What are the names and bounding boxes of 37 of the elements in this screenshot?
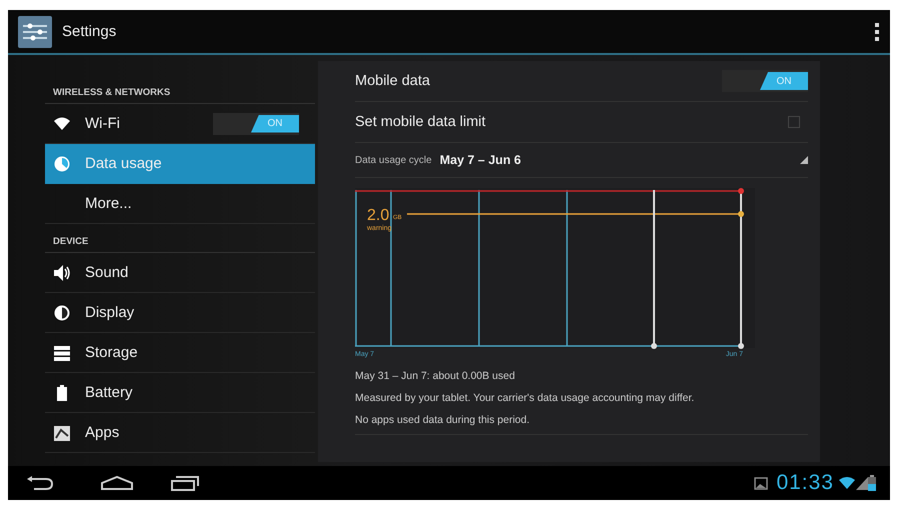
info-note: Measured by your tablet. Your carrier's data usage accounting may differ. [355,392,696,404]
pie-chart-icon [53,154,71,172]
battery-icon [868,475,876,491]
checkbox[interactable] [788,116,800,128]
dropdown-corner-icon[interactable] [800,156,808,164]
cycle-end-handle[interactable] [738,188,744,349]
section-header: DEVICE [45,232,315,253]
recent-apps-icon[interactable] [170,474,200,492]
apps-icon [53,424,71,442]
section-header: WIRELESS & NETWORKS [45,83,315,104]
app-title: Settings [62,23,118,40]
usage-summary: May 31 – Jun 7: about 0.00B used [355,370,516,382]
settings-menu-item[interactable]: More... [45,184,315,224]
settings-menu-item[interactable]: Apps [45,413,315,453]
storage-icon [53,344,71,362]
picture-notification-icon[interactable] [754,476,768,490]
settings-app-icon[interactable] [18,16,52,48]
home-icon[interactable] [100,475,134,491]
speaker-icon [53,264,71,282]
cycle-start-handle[interactable] [651,190,657,349]
cell-signal-icon [856,476,868,490]
cycle-label: Data usage cycle [355,154,432,166]
setting-label: Mobile data [355,73,431,89]
overflow-menu-icon[interactable] [874,22,880,42]
clock-time: 01:33 [776,471,834,495]
settings-menu-item[interactable]: Display [45,293,315,333]
info-note: No apps used data during this period. [355,414,808,435]
cycle-dropdown[interactable]: May 7 – Jun 6 [440,153,792,167]
settings-menu-item[interactable]: Sound [45,253,315,293]
settings-menu-item[interactable]: Storage [45,333,315,373]
settings-menu-item[interactable]: Battery [45,373,315,413]
back-icon[interactable] [26,475,54,491]
wifi-icon [53,114,71,132]
wifi-signal-icon [838,476,856,490]
setting-label: Set mobile data limit [355,114,487,130]
contrast-icon [53,304,71,322]
warning-value: 2.0 [367,207,390,224]
